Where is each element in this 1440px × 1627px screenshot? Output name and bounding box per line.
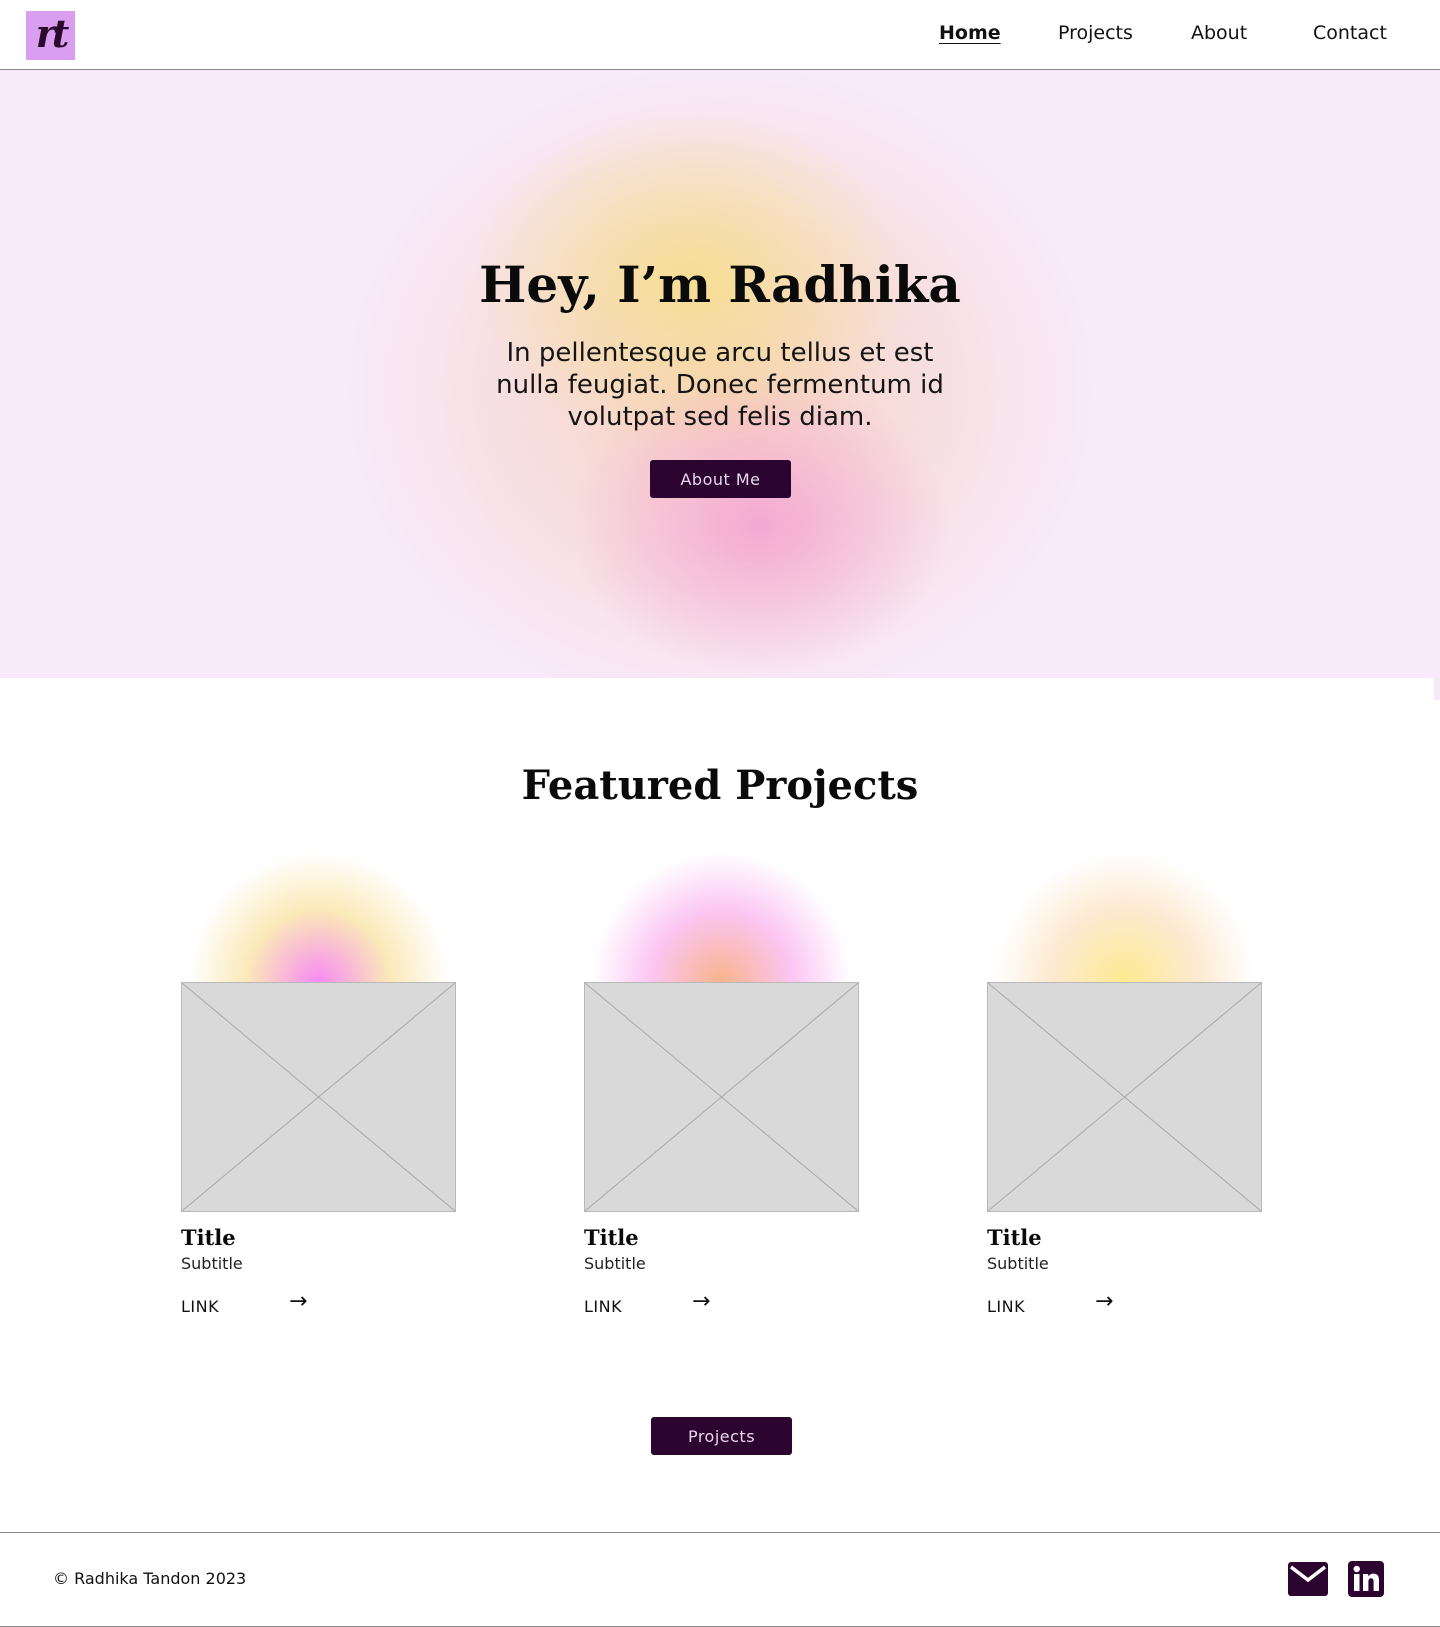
- project-card-3[interactable]: Title Subtitle LINK →: [987, 845, 1262, 1316]
- mail-icon[interactable]: [1288, 1562, 1328, 1596]
- card-glow: [181, 845, 456, 982]
- project-title: Title: [584, 1225, 639, 1250]
- project-link[interactable]: LINK: [987, 1297, 1025, 1316]
- card-glow: [987, 845, 1262, 982]
- hero-intro-text: In pellentesque arcu tellus et est nulla…: [496, 338, 944, 432]
- image-placeholder-icon: [585, 983, 858, 1211]
- featured-projects-heading: Featured Projects: [521, 762, 919, 809]
- project-image-placeholder[interactable]: [584, 982, 859, 1212]
- nav-about[interactable]: About: [1191, 22, 1247, 44]
- project-card-1[interactable]: Title Subtitle LINK →: [181, 845, 456, 1316]
- nav-home[interactable]: Home: [939, 22, 1001, 44]
- image-placeholder-icon: [988, 983, 1261, 1211]
- card-glow: [584, 845, 859, 982]
- project-image-placeholder[interactable]: [987, 982, 1262, 1212]
- arrow-right-icon[interactable]: →: [289, 1291, 307, 1313]
- about-me-button[interactable]: About Me: [650, 460, 791, 498]
- project-title: Title: [181, 1225, 236, 1250]
- project-subtitle: Subtitle: [181, 1254, 243, 1273]
- nav-projects[interactable]: Projects: [1058, 22, 1133, 44]
- arrow-right-icon[interactable]: →: [692, 1291, 710, 1313]
- arrow-right-icon[interactable]: →: [1095, 1291, 1113, 1313]
- project-link[interactable]: LINK: [181, 1297, 219, 1316]
- linkedin-icon[interactable]: [1348, 1561, 1384, 1597]
- project-image-placeholder[interactable]: [181, 982, 456, 1212]
- image-placeholder-icon: [182, 983, 455, 1211]
- project-title: Title: [987, 1225, 1042, 1250]
- hero-title: Hey, I’m Radhika: [479, 255, 961, 314]
- hero-edge-strip: [1434, 678, 1440, 700]
- projects-button[interactable]: Projects: [651, 1417, 792, 1455]
- logo-monogram: rt: [35, 10, 70, 56]
- project-card-2[interactable]: Title Subtitle LINK →: [584, 845, 859, 1316]
- project-subtitle: Subtitle: [584, 1254, 646, 1273]
- site-logo[interactable]: rt: [26, 11, 75, 60]
- nav-contact[interactable]: Contact: [1313, 22, 1387, 44]
- project-link[interactable]: LINK: [584, 1297, 622, 1316]
- project-subtitle: Subtitle: [987, 1254, 1049, 1273]
- copyright-text: © Radhika Tandon 2023: [53, 1569, 247, 1588]
